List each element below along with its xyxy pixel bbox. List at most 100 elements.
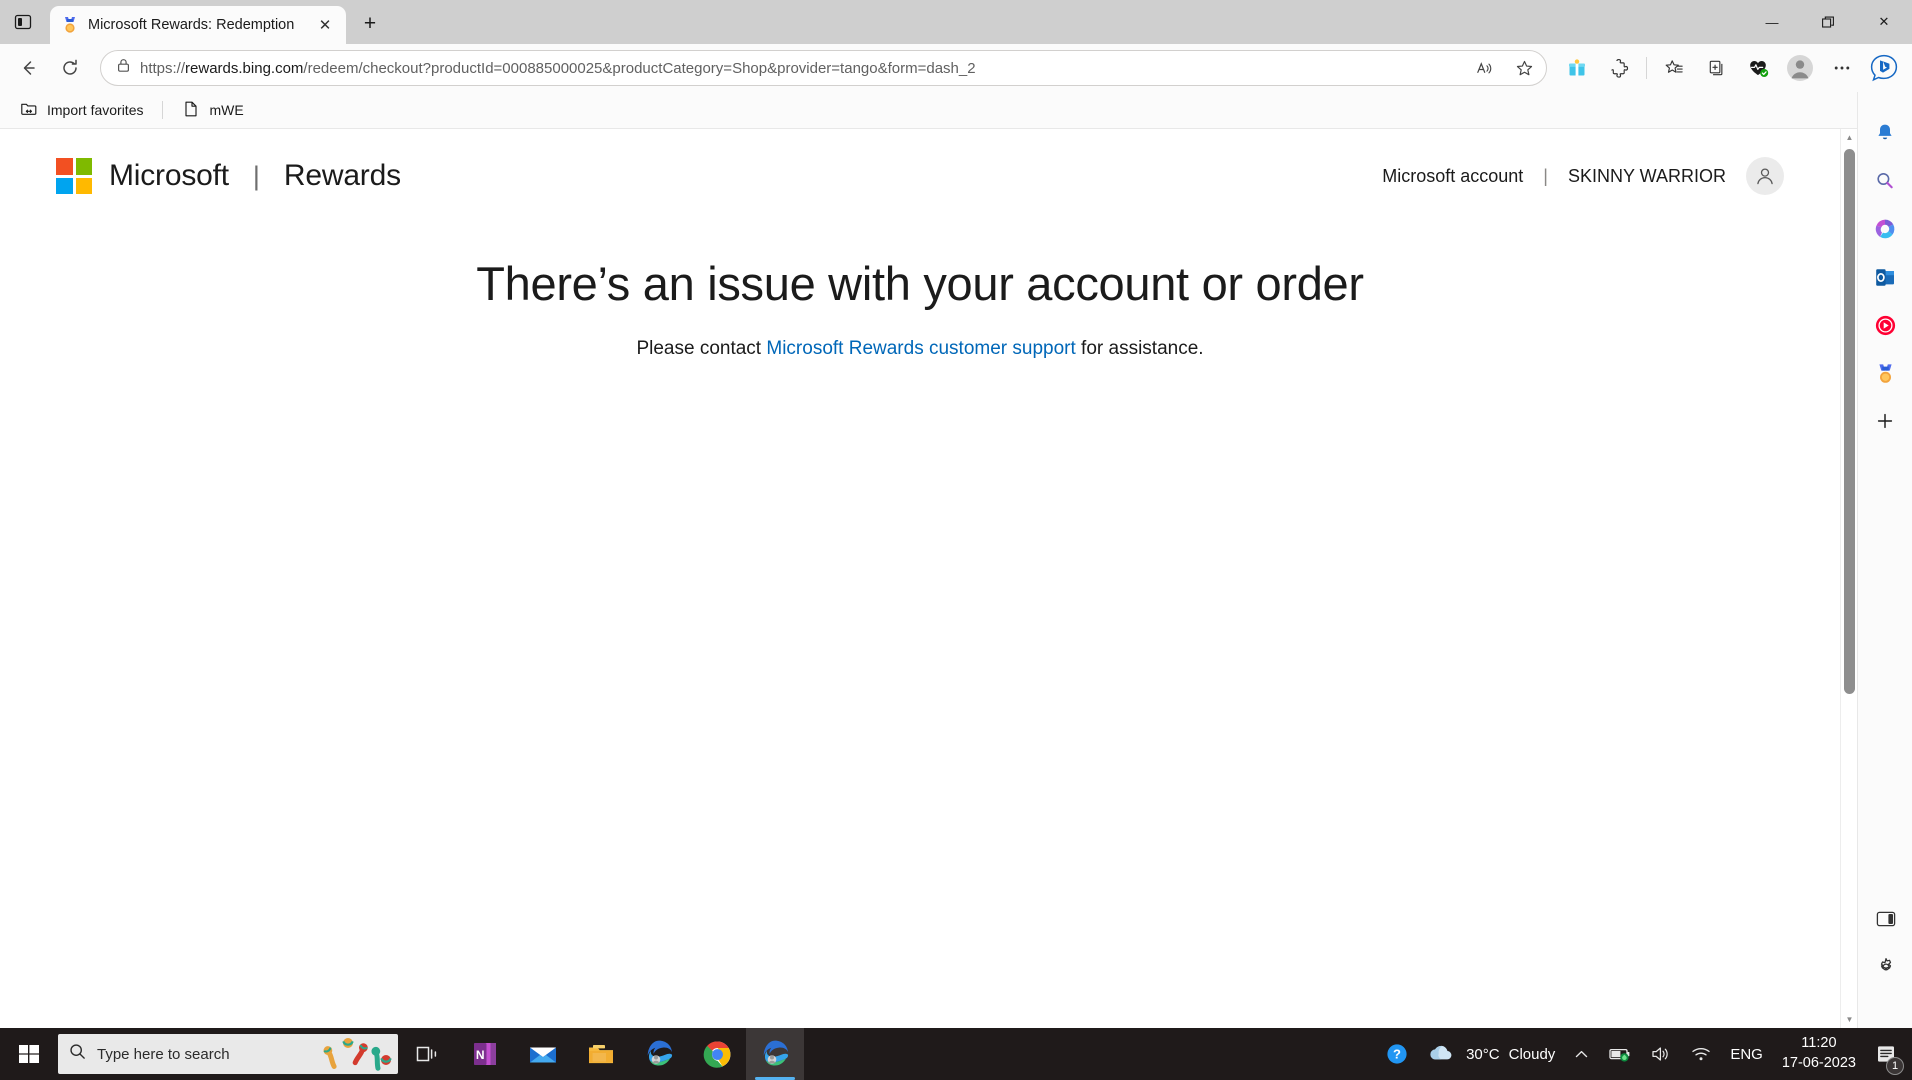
clock[interactable]: 11:20 17-06-2023	[1772, 1034, 1866, 1073]
language-label: ENG	[1730, 1045, 1763, 1063]
microsoft-edge-taskbar-button[interactable]	[630, 1028, 688, 1080]
taskbar-search-placeholder: Type here to search	[97, 1045, 230, 1063]
search-icon[interactable]	[1868, 164, 1902, 198]
collections-button[interactable]	[1696, 50, 1736, 86]
restore-button[interactable]	[1800, 0, 1856, 44]
sidebar-settings-icon[interactable]	[1869, 950, 1903, 984]
brand-divider: |	[252, 160, 260, 191]
browser-title-bar: Microsoft Rewards: Redemption ✕ + — ✕	[0, 0, 1912, 44]
add-favorite-button[interactable]	[1508, 53, 1540, 83]
onenote-icon: N	[474, 1043, 496, 1065]
page-title: There’s an issue with your account or or…	[476, 257, 1364, 310]
action-center-button[interactable]: 1	[1866, 1028, 1906, 1080]
bookmark-mwe[interactable]: mWE	[172, 97, 253, 124]
profile-avatar-icon	[1787, 55, 1813, 81]
battery-icon	[1609, 1048, 1630, 1062]
start-button[interactable]	[0, 1028, 58, 1080]
weather-widget[interactable]: 30°C Cloudy	[1418, 1028, 1564, 1080]
scrollbar-thumb[interactable]	[1844, 149, 1855, 694]
account-area: Microsoft account | SKINNY WARRIOR	[1382, 157, 1784, 195]
onenote-taskbar-button[interactable]: N	[456, 1028, 514, 1080]
clock-time: 11:20	[1801, 1035, 1837, 1052]
search-icon	[68, 1042, 87, 1066]
favorites-button[interactable]	[1654, 50, 1694, 86]
cloud-icon	[1427, 1040, 1457, 1069]
page-scrollbar[interactable]: ▲ ▼	[1840, 129, 1857, 1028]
collections-icon	[1709, 60, 1722, 75]
read-aloud-button[interactable]	[1468, 53, 1500, 83]
address-bar-url: https://rewards.bing.com/redeem/checkout…	[140, 59, 976, 77]
error-content: There’s an issue with your account or or…	[0, 223, 1840, 360]
refresh-button[interactable]	[50, 50, 90, 86]
language-indicator[interactable]: ENG	[1721, 1028, 1772, 1080]
battery-tray-button[interactable]	[1599, 1028, 1641, 1080]
speaker-icon	[1652, 1047, 1668, 1061]
tab-title: Microsoft Rewards: Redemption	[88, 17, 295, 33]
read-aloud-icon	[1476, 61, 1491, 73]
back-button[interactable]	[8, 50, 48, 86]
chevron-up-icon	[1576, 1050, 1588, 1057]
tab-actions-button[interactable]	[0, 0, 46, 44]
settings-and-more-button[interactable]	[1822, 50, 1862, 86]
minimize-button[interactable]: —	[1744, 0, 1800, 44]
brand-area[interactable]: Microsoft | Rewards	[56, 158, 401, 194]
bookmarks-divider	[162, 101, 164, 119]
scroll-down-button[interactable]: ▼	[1841, 1011, 1858, 1028]
microsoft-rewards-icon[interactable]	[1868, 356, 1902, 390]
new-tab-button[interactable]: +	[352, 6, 388, 42]
clock-date: 17-06-2023	[1781, 1055, 1856, 1071]
account-user-name[interactable]: SKINNY WARRIOR	[1568, 166, 1726, 187]
rewards-gift-button[interactable]	[1557, 50, 1597, 86]
network-tray-button[interactable]	[1681, 1028, 1721, 1080]
heart-pulse-icon	[1750, 60, 1769, 77]
browser-toolbar: https://rewards.bing.com/redeem/checkout…	[0, 44, 1912, 92]
customer-support-link[interactable]: Microsoft Rewards customer support	[766, 338, 1075, 359]
volume-tray-button[interactable]	[1641, 1028, 1681, 1080]
task-view-button[interactable]	[398, 1028, 456, 1080]
task-view-icon	[416, 1046, 437, 1062]
rewards-gift-icon	[1569, 59, 1585, 76]
svg-text:?: ?	[1393, 1047, 1401, 1062]
account-divider: |	[1543, 165, 1548, 186]
sidebar-toggle-icon[interactable]	[1869, 902, 1903, 936]
notifications-bell-icon[interactable]	[1868, 116, 1902, 150]
microsoft-logo	[56, 158, 92, 194]
error-message: Please contact Microsoft Rewards custome…	[0, 338, 1840, 360]
wifi-icon	[1692, 1047, 1710, 1061]
profile-button[interactable]	[1780, 50, 1820, 86]
tab-actions-icon	[14, 14, 32, 30]
extensions-button[interactable]	[1599, 50, 1639, 86]
microsoft-account-link[interactable]: Microsoft account	[1382, 166, 1523, 187]
tab-close-button[interactable]: ✕	[312, 12, 338, 38]
add-sidebar-app-icon[interactable]	[1868, 404, 1902, 438]
taskbar-search-box[interactable]: Type here to search	[58, 1034, 398, 1074]
youtube-music-icon[interactable]	[1868, 308, 1902, 342]
edge-sidebar	[1857, 92, 1912, 1028]
refresh-icon	[63, 59, 77, 75]
browser-tab[interactable]: Microsoft Rewards: Redemption ✕	[50, 6, 346, 44]
person-icon	[1757, 168, 1773, 185]
microsoft-edge-active-taskbar-button[interactable]	[746, 1028, 804, 1080]
mail-taskbar-button[interactable]	[514, 1028, 572, 1080]
star-list-icon	[1665, 59, 1683, 73]
browser-essentials-button[interactable]	[1738, 50, 1778, 86]
bookmark-import-favorites[interactable]: Import favorites	[10, 97, 153, 124]
bing-chat-button[interactable]	[1864, 50, 1904, 86]
weather-temperature: 30°C	[1466, 1045, 1500, 1063]
bookmark-label: Import favorites	[47, 102, 144, 118]
bookmark-label: mWE	[209, 102, 244, 118]
copilot-icon[interactable]	[1868, 212, 1902, 246]
error-message-prefix: Please contact	[636, 338, 767, 360]
file-explorer-icon	[589, 1045, 613, 1064]
puzzle-icon	[1610, 58, 1628, 78]
google-chrome-taskbar-button[interactable]	[688, 1028, 746, 1080]
close-button[interactable]: ✕	[1856, 0, 1912, 44]
address-bar[interactable]: https://rewards.bing.com/redeem/checkout…	[100, 50, 1547, 86]
help-tray-button[interactable]: ?	[1376, 1028, 1418, 1080]
avatar[interactable]	[1746, 157, 1784, 195]
file-explorer-taskbar-button[interactable]	[572, 1028, 630, 1080]
scroll-up-button[interactable]: ▲	[1841, 129, 1858, 146]
weather-condition: Cloudy	[1508, 1045, 1556, 1063]
show-hidden-icons-button[interactable]	[1564, 1028, 1599, 1080]
outlook-icon[interactable]	[1868, 260, 1902, 294]
